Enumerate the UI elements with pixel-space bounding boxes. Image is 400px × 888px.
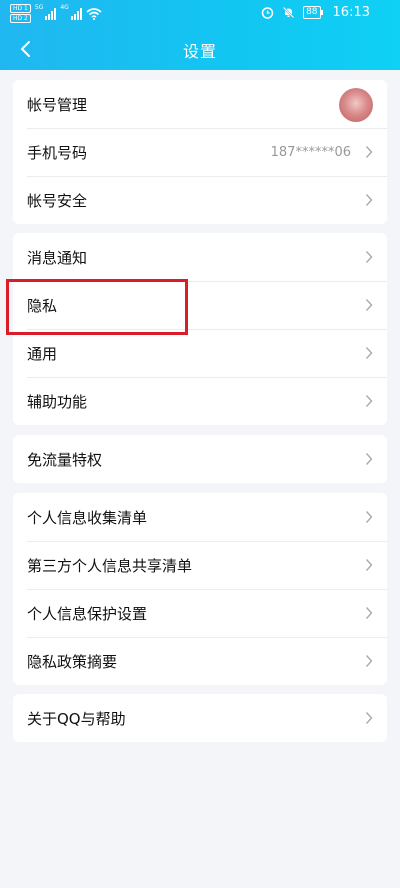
chevron-right-icon: [365, 607, 373, 619]
row-label: 免流量特权: [27, 450, 103, 469]
row-data-free-privilege[interactable]: 免流量特权: [13, 435, 387, 483]
chevron-right-icon: [365, 511, 373, 523]
row-notifications[interactable]: 消息通知: [13, 233, 387, 281]
avatar: [339, 88, 373, 122]
row-label: 隐私: [27, 296, 58, 315]
row-privacy-policy-summary[interactable]: 隐私政策摘要: [13, 637, 387, 685]
status-bar: HD 1 HD 2 5G 4G 88 16:13: [0, 0, 400, 28]
row-about-qq-help[interactable]: 关于QQ与帮助: [13, 694, 387, 742]
row-account-management[interactable]: 帐号管理: [13, 80, 387, 128]
network-type-1: 5G: [34, 4, 44, 11]
chevron-right-icon: [365, 194, 373, 206]
row-label: 辅助功能: [27, 392, 88, 411]
group-account: 帐号管理 手机号码 187******06 帐号安全: [13, 80, 387, 224]
chevron-right-icon: [365, 146, 373, 158]
row-info-protection-settings[interactable]: 个人信息保护设置: [13, 589, 387, 637]
chevron-right-icon: [365, 347, 373, 359]
row-info-collection-list[interactable]: 个人信息收集清单: [13, 493, 387, 541]
group-personal-info: 个人信息收集清单 第三方个人信息共享清单 个人信息保护设置 隐私政策摘要: [13, 493, 387, 685]
status-right: 88 16:13: [261, 5, 370, 20]
group-data-free: 免流量特权: [13, 435, 387, 483]
hd1-badge: HD 1: [10, 4, 31, 13]
row-label: 消息通知: [27, 248, 88, 267]
row-privacy[interactable]: 隐私: [13, 281, 387, 329]
network-type-2: 4G: [60, 4, 69, 11]
row-label: 隐私政策摘要: [27, 652, 118, 671]
hd2-badge: HD 2: [10, 14, 31, 23]
title-bar: 设置: [0, 28, 400, 70]
mute-icon: [282, 6, 295, 19]
chevron-right-icon: [365, 251, 373, 263]
row-account-security[interactable]: 帐号安全: [13, 176, 387, 224]
row-label: 关于QQ与帮助: [27, 709, 126, 728]
hd-indicators: HD 1 HD 2: [10, 4, 31, 23]
chevron-right-icon: [365, 712, 373, 724]
row-label: 帐号安全: [27, 191, 88, 210]
wifi-icon: [86, 7, 102, 20]
row-phone-number[interactable]: 手机号码 187******06: [13, 128, 387, 176]
page-title: 设置: [182, 42, 217, 61]
signal-icon-2: [70, 7, 82, 20]
row-third-party-sharing-list[interactable]: 第三方个人信息共享清单: [13, 541, 387, 589]
group-about: 关于QQ与帮助: [13, 694, 387, 742]
row-accessibility[interactable]: 辅助功能: [13, 377, 387, 425]
row-label: 通用: [27, 344, 58, 363]
chevron-right-icon: [365, 453, 373, 465]
signal-icon: [45, 7, 57, 20]
battery-icon: 88: [303, 6, 324, 19]
chevron-right-icon: [365, 655, 373, 667]
status-left: HD 1 HD 2 5G 4G: [10, 4, 102, 23]
row-label: 个人信息收集清单: [27, 508, 148, 527]
chevron-right-icon: [365, 299, 373, 311]
status-time: 16:13: [332, 5, 370, 20]
row-label: 个人信息保护设置: [27, 604, 148, 623]
row-general[interactable]: 通用: [13, 329, 387, 377]
phone-number-value: 187******06: [270, 144, 351, 160]
group-preferences: 消息通知 隐私 通用 辅助功能: [13, 233, 387, 425]
row-label: 帐号管理: [27, 95, 88, 114]
chevron-right-icon: [365, 395, 373, 407]
header: HD 1 HD 2 5G 4G 88 16:13 设置: [0, 0, 400, 70]
alarm-icon: [261, 7, 274, 19]
row-label: 手机号码: [27, 143, 88, 162]
row-label: 第三方个人信息共享清单: [27, 556, 193, 575]
chevron-right-icon: [365, 559, 373, 571]
